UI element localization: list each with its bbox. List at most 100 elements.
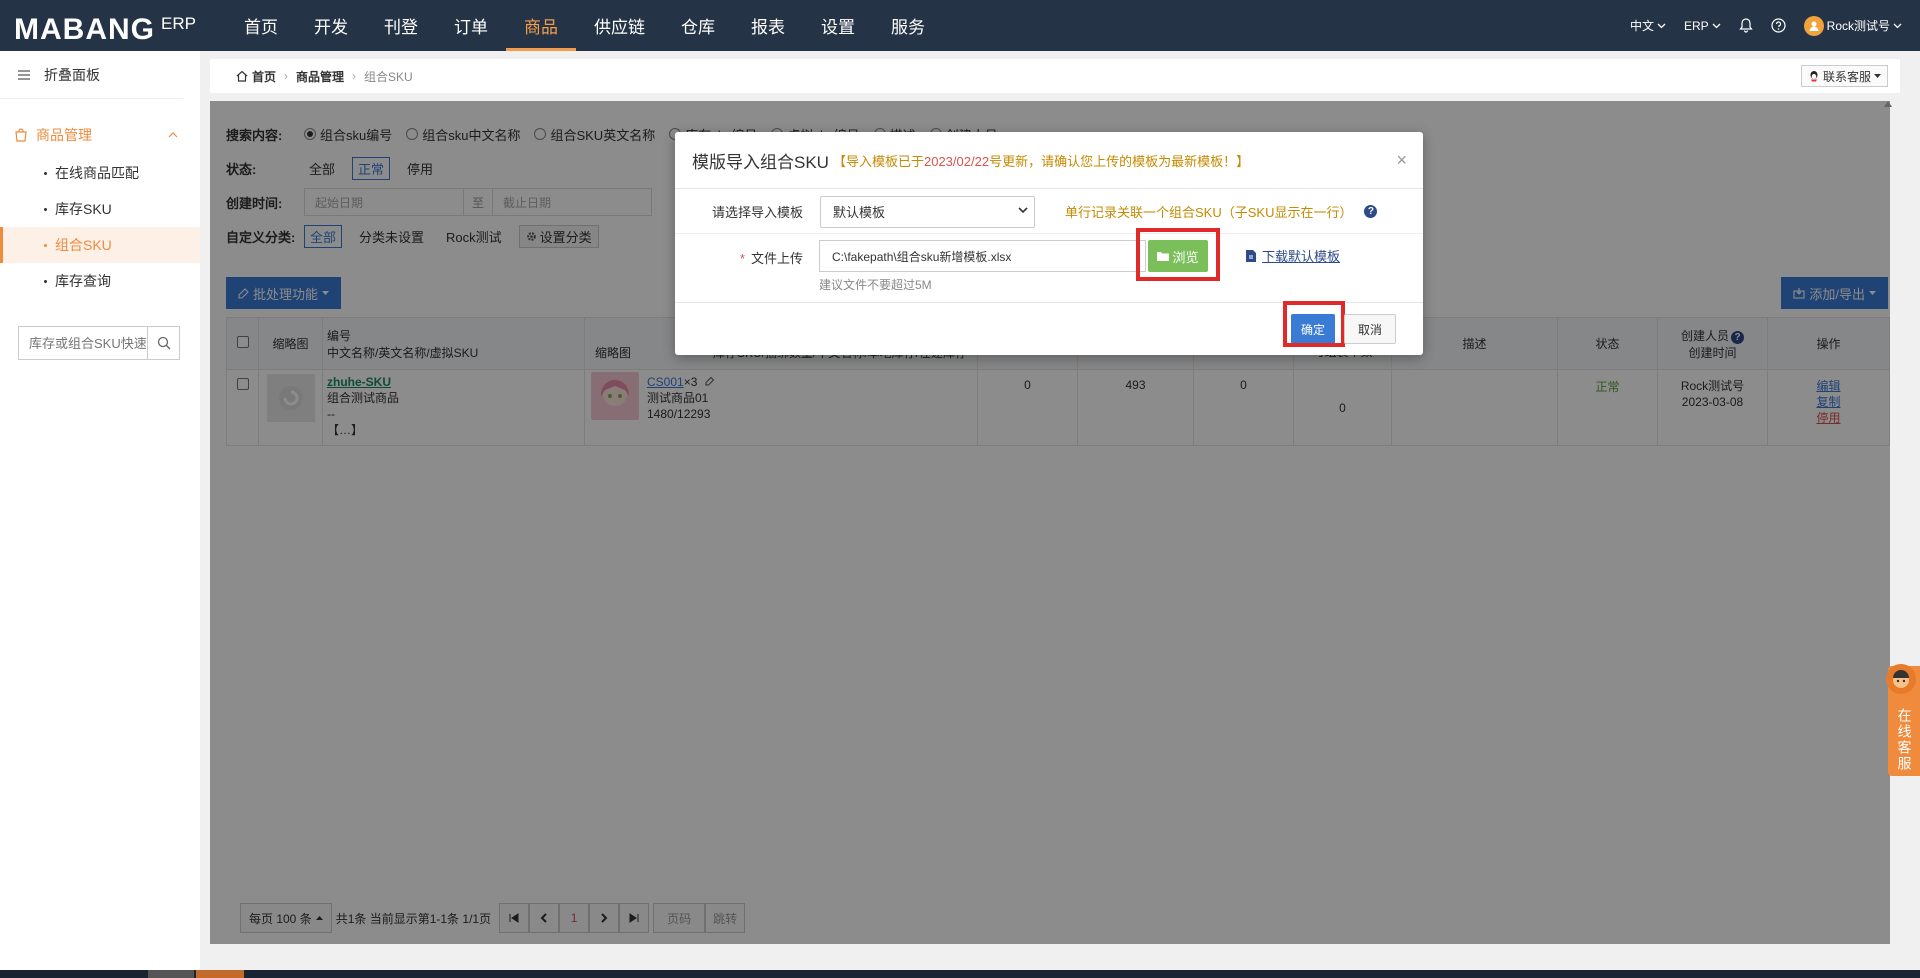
search-button[interactable] — [147, 327, 179, 359]
taskbar-item[interactable] — [148, 970, 194, 978]
sku-search-input[interactable] — [19, 327, 147, 359]
language-dropdown[interactable]: 中文 — [1630, 17, 1666, 34]
file-size-hint: 建议文件不要超过5M — [819, 278, 932, 292]
logo-suffix: ERP — [161, 13, 196, 33]
user-menu[interactable]: Rock测试号 — [1803, 15, 1902, 36]
sidebar-item-combo-sku[interactable]: 组合SKU — [0, 227, 200, 263]
chat-label: 在线客服 — [1896, 708, 1913, 772]
sidebar-item-online-match[interactable]: 在线商品匹配 — [0, 155, 200, 191]
sidebar-item-label: 在线商品匹配 — [55, 165, 139, 181]
highlight-box-confirm — [1283, 301, 1345, 347]
bullet-icon — [44, 171, 47, 175]
upload-label-wrap: * 文件上传 — [675, 248, 820, 267]
cancel-button[interactable]: 取消 — [1344, 314, 1396, 344]
highlight-box-browse — [1136, 228, 1220, 281]
main-menu: 首页 开发 刊登 订单 商品 供应链 仓库 报表 设置 服务 — [226, 0, 943, 51]
bullet-icon — [44, 279, 47, 283]
breadcrumb-separator: › — [352, 69, 357, 83]
download-label: 下载默认模板 — [1262, 249, 1341, 264]
notice-prefix: 【导入模板已于 — [832, 153, 924, 169]
dialog-title: 模版导入组合SKU — [692, 152, 829, 172]
breadcrumb-parent[interactable]: 商品管理 — [296, 68, 344, 85]
support-avatar-icon[interactable] — [1886, 664, 1916, 694]
erp-label: ERP — [1683, 18, 1709, 33]
file-icon — [1246, 249, 1256, 262]
bullet-icon — [44, 243, 47, 247]
template-label: 请选择导入模板 — [711, 205, 803, 220]
contact-label: 联系客服 — [1822, 69, 1871, 84]
logo-text: MABANG — [14, 12, 155, 46]
sidebar-group-label: 商品管理 — [36, 127, 92, 143]
qq-icon — [1810, 71, 1818, 82]
nav-item-products[interactable]: 商品 — [505, 0, 576, 51]
language-label: 中文 — [1629, 19, 1654, 33]
file-upload-row: * 文件上传 C:\fakepath\组合sku新增模板.xlsx 浏览 下载默认… — [675, 228, 1423, 296]
bag-icon — [15, 128, 27, 142]
template-selected: 默认模板 — [833, 205, 886, 220]
nav-item-listing[interactable]: 刊登 — [366, 0, 436, 51]
nav-item-services[interactable]: 服务 — [873, 0, 943, 51]
import-combo-sku-dialog: 模版导入组合SKU 【导入模板已于2023/02/22号更新，请确认您上传的模板… — [675, 132, 1423, 355]
bell-icon[interactable] — [1738, 18, 1753, 33]
notice-suffix: 号更新，请确认您上传的模板为最新模板！】 — [989, 153, 1250, 169]
template-hint: 单行记录关联一个组合SKU（子SKU显示在一行） ? — [1065, 202, 1378, 221]
chevron-down-icon — [1018, 206, 1028, 213]
notice-date: 2023/02/22 — [923, 153, 990, 169]
contact-support-button[interactable]: 联系客服 — [1800, 65, 1888, 87]
breadcrumb-separator: › — [284, 69, 289, 83]
brand-logo[interactable]: MABANG ERP — [14, 7, 196, 45]
breadcrumb-home-label: 首页 — [252, 69, 277, 84]
chevron-up-icon — [168, 132, 178, 138]
download-template-link[interactable]: 下载默认模板 — [1246, 246, 1340, 265]
sidebar-group-products[interactable]: 商品管理 — [0, 115, 200, 155]
dialog-header: 模版导入组合SKU 【导入模板已于2023/02/22号更新，请确认您上传的模板… — [675, 132, 1423, 189]
chevron-down-icon — [1893, 23, 1902, 28]
template-hint-text: 单行记录关联一个组合SKU（子SKU显示在一行） — [1065, 205, 1353, 220]
page-scrollbar[interactable] — [1884, 101, 1892, 944]
bullet-icon — [44, 207, 47, 211]
nav-item-orders[interactable]: 订单 — [436, 0, 506, 51]
nav-right: 中文 ERP Rock测试号 — [1630, 15, 1902, 36]
chevron-down-icon — [1712, 23, 1721, 28]
scroll-up-icon — [1884, 101, 1892, 107]
help-icon[interactable] — [1771, 18, 1786, 33]
erp-dropdown[interactable]: ERP — [1684, 19, 1721, 33]
menu-icon — [18, 69, 30, 80]
sidebar-item-label: 库存SKU — [55, 201, 112, 217]
sidebar-item-stock-query[interactable]: 库存查询 — [0, 263, 200, 299]
dialog-notice: 【导入模板已于2023/02/22号更新，请确认您上传的模板为最新模板！】 — [833, 151, 1249, 170]
sidebar-item-label: 组合SKU — [55, 237, 112, 253]
sidebar: 折叠面板 商品管理 在线商品匹配 库存SKU 组合SKU 库存查询 — [0, 51, 200, 978]
breadcrumb-home[interactable]: 首页 — [236, 68, 276, 85]
nav-item-home[interactable]: 首页 — [226, 0, 296, 51]
help-icon[interactable]: ? — [1364, 205, 1378, 218]
chevron-down-icon — [1657, 23, 1666, 28]
nav-item-supply-chain[interactable]: 供应链 — [576, 0, 663, 51]
upload-label: 文件上传 — [750, 251, 803, 266]
taskbar-item-active[interactable] — [196, 970, 244, 978]
nav-item-settings[interactable]: 设置 — [803, 0, 873, 51]
caret-down-icon — [1874, 74, 1881, 78]
user-icon — [1809, 21, 1819, 31]
nav-item-warehouse[interactable]: 仓库 — [663, 0, 733, 51]
nav-item-develop[interactable]: 开发 — [296, 0, 366, 51]
nav-item-reports[interactable]: 报表 — [733, 0, 803, 51]
home-icon — [236, 70, 248, 82]
dialog-footer: 确定 取消 — [675, 301, 1423, 355]
collapse-label: 折叠面板 — [44, 66, 100, 83]
avatar — [1803, 15, 1824, 36]
template-row: 请选择导入模板 默认模板 单行记录关联一个组合SKU（子SKU显示在一行） ? — [675, 190, 1423, 234]
os-taskbar — [0, 970, 1920, 978]
user-name: Rock测试号 — [1826, 19, 1890, 33]
sidebar-search — [18, 326, 180, 360]
template-select[interactable]: 默认模板 — [820, 195, 1035, 228]
sidebar-item-stock-sku[interactable]: 库存SKU — [0, 191, 200, 227]
file-path-input[interactable]: C:\fakepath\组合sku新增模板.xlsx — [819, 240, 1146, 272]
collapse-panel-button[interactable]: 折叠面板 — [0, 51, 183, 99]
sidebar-item-label: 库存查询 — [55, 273, 111, 289]
close-icon[interactable]: × — [1396, 150, 1407, 171]
breadcrumb-current: 组合SKU — [364, 69, 413, 84]
mascot-icon — [1893, 670, 1909, 688]
search-icon — [157, 336, 170, 350]
required-mark: * — [739, 251, 745, 266]
